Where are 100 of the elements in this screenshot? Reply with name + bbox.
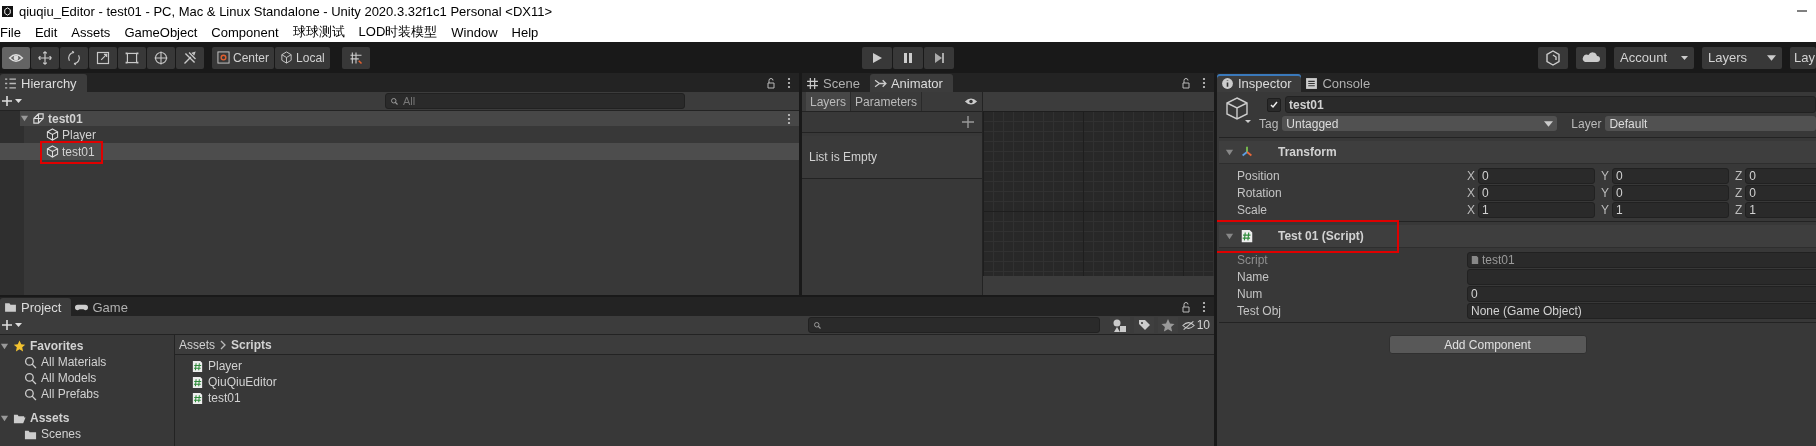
add-dropdown-icon[interactable] <box>2 319 24 331</box>
lock-icon[interactable] <box>1180 77 1192 89</box>
tree-item[interactable]: Favorites <box>30 339 84 353</box>
component-header[interactable]: Test 01 (Script) <box>1219 225 1816 248</box>
asset-name[interactable]: QiuQiuEditor <box>208 375 277 389</box>
menu-item[interactable]: GameObject <box>124 24 198 40</box>
property-label: Script <box>1237 252 1269 267</box>
move-tool-icon[interactable] <box>31 46 59 69</box>
menu-item[interactable]: Edit <box>34 24 58 40</box>
console-icon <box>1305 76 1319 90</box>
tree-item[interactable]: All Models <box>41 371 97 385</box>
menu-item[interactable]: Component <box>211 24 279 40</box>
number-field[interactable]: 0 <box>1612 184 1729 201</box>
number-field[interactable]: 0 <box>1478 167 1595 184</box>
property-field[interactable]: 0 <box>1467 285 1816 302</box>
lock-icon[interactable] <box>1180 301 1192 313</box>
object-name-field[interactable]: test01 <box>1285 96 1816 113</box>
tree-item[interactable]: All Prefabs <box>41 387 100 401</box>
axis-label: X <box>1467 202 1475 217</box>
grid-snap-icon[interactable] <box>341 46 370 69</box>
hierarchy-item[interactable]: Player <box>24 126 799 143</box>
scene-name: test01 <box>48 111 83 126</box>
pause-icon[interactable] <box>893 46 923 69</box>
animator-subtab[interactable]: Layers <box>806 92 852 111</box>
unity-scene-icon <box>32 112 45 125</box>
tree-item[interactable]: Assets <box>30 411 70 425</box>
hidden-packages-toggle[interactable]: 10 <box>1181 318 1210 332</box>
tag-dropdown[interactable]: Untagged <box>1282 116 1558 131</box>
menu-item[interactable]: Assets <box>71 24 111 40</box>
add-dropdown-icon[interactable] <box>2 95 24 107</box>
expand-arrow-icon[interactable] <box>20 114 29 123</box>
layers-dropdown[interactable]: Layers <box>1702 46 1783 69</box>
asset-name[interactable]: Player <box>208 359 242 373</box>
number-field[interactable]: 0 <box>1745 167 1816 184</box>
collab-icon[interactable] <box>1538 46 1569 69</box>
cube-icon <box>1225 96 1253 124</box>
empty-list-text: List is Empty <box>809 150 877 164</box>
eye-slash-icon <box>1181 318 1195 332</box>
number-field[interactable]: 1 <box>1745 201 1816 218</box>
tag-label: Tag <box>1259 116 1279 131</box>
menu-item[interactable]: File <box>0 24 21 40</box>
rect-tool-icon[interactable] <box>118 46 146 69</box>
inspector-tab[interactable]: Inspector <box>1217 74 1302 92</box>
console-tab[interactable]: Console <box>1301 74 1381 92</box>
hierarchy-tab[interactable]: Hierarchy <box>0 74 87 92</box>
step-icon[interactable] <box>924 46 954 69</box>
menu-item[interactable]: LOD时装模型 <box>358 23 438 41</box>
star-icon <box>13 339 26 353</box>
transform-tool-icon[interactable] <box>147 46 175 69</box>
expand-arrow-icon[interactable] <box>0 413 9 423</box>
view-tool-icon[interactable] <box>2 46 30 69</box>
tree-item[interactable]: All Materials <box>41 355 107 369</box>
search-icon <box>24 387 37 401</box>
cloud-icon[interactable] <box>1576 46 1607 69</box>
pivot-button[interactable]: Center <box>212 46 275 69</box>
animator-subtab[interactable]: Parameters <box>851 92 923 111</box>
active-checkbox[interactable] <box>1267 97 1281 112</box>
add-icon[interactable] <box>962 116 974 128</box>
number-field[interactable]: 1 <box>1478 201 1595 218</box>
expand-arrow-icon[interactable] <box>0 341 9 351</box>
space-button[interactable]: Local <box>275 46 330 69</box>
search-field[interactable] <box>807 317 1100 333</box>
scale-tool-icon[interactable] <box>89 46 117 69</box>
item-label: Player <box>62 127 96 142</box>
checkmark-icon <box>1269 99 1279 110</box>
project-tab[interactable]: Project <box>0 298 72 316</box>
expand-arrow-icon[interactable] <box>1225 147 1234 157</box>
property-field[interactable]: None (Game Object) <box>1467 302 1816 319</box>
custom-tool-icon[interactable] <box>176 46 204 69</box>
breadcrumb-item[interactable]: Assets <box>179 337 215 352</box>
menu-item[interactable]: Window <box>451 24 498 40</box>
animator-tab[interactable]: Animator <box>869 74 953 92</box>
breadcrumb-item[interactable]: Scripts <box>231 337 272 352</box>
search-field[interactable]: All <box>385 93 685 109</box>
search-icon <box>812 321 822 330</box>
number-field[interactable]: 0 <box>1745 184 1816 201</box>
property-label: Scale <box>1237 202 1269 217</box>
number-field[interactable]: 0 <box>1612 167 1729 184</box>
eye-icon[interactable] <box>964 97 978 106</box>
asset-name[interactable]: test01 <box>208 391 241 405</box>
window-title: qiuqiu_Editor - test01 - PC, Mac & Linux Standalone - Unity 2020.3.32f1c1 Personal <DX11> <box>19 3 553 19</box>
game-tab[interactable]: Game <box>71 298 138 316</box>
axis-label: Y <box>1601 202 1609 217</box>
expand-arrow-icon[interactable] <box>1225 231 1234 241</box>
play-icon[interactable] <box>862 46 892 69</box>
number-field[interactable]: 1 <box>1612 201 1729 218</box>
lock-icon[interactable] <box>765 77 777 89</box>
scene-row[interactable]: test01 <box>20 111 799 126</box>
menu-item[interactable]: 球球测试 <box>292 23 345 41</box>
account-dropdown[interactable]: Account <box>1614 46 1695 69</box>
add-component-button[interactable]: Add Component <box>1388 335 1587 354</box>
menu-item[interactable]: Help <box>511 24 539 40</box>
scene-tab[interactable]: Scene <box>802 74 870 92</box>
layout-dropdown[interactable]: Lay <box>1790 46 1816 69</box>
rotate-tool-icon[interactable] <box>60 46 88 69</box>
layer-dropdown[interactable]: Default <box>1605 116 1816 131</box>
tree-item[interactable]: Scenes <box>41 427 82 441</box>
component-header[interactable]: Transform <box>1219 141 1816 164</box>
number-field[interactable]: 0 <box>1478 184 1595 201</box>
script-file-icon <box>191 375 204 389</box>
